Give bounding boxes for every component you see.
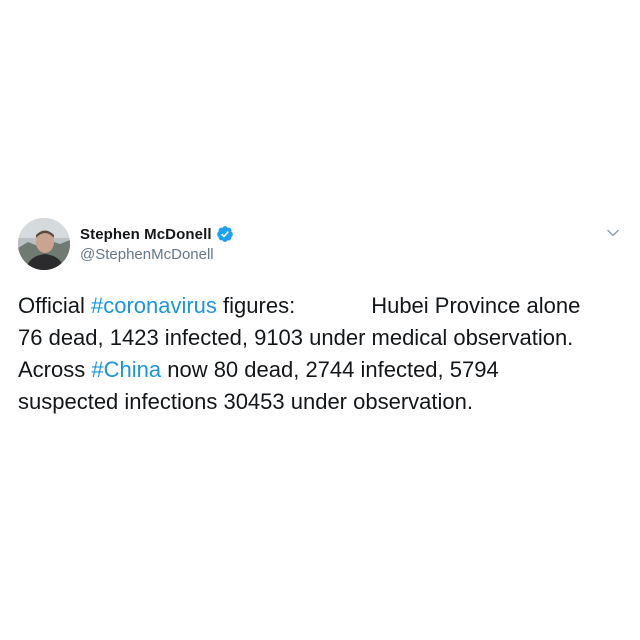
tweet-text-line: Official #coronavirus figures: Hubei Prov…	[18, 290, 630, 322]
tweet-card: Stephen McDonell @StephenMcDonell Offici…	[18, 218, 630, 418]
tweet-text-segment: 76 dead, 1423 infected, 9103 under medic…	[18, 325, 574, 350]
hashtag-coronavirus-link[interactable]: #coronavirus	[91, 293, 217, 318]
profile-photo-icon	[18, 218, 70, 270]
author-names: Stephen McDonell @StephenMcDonell	[80, 224, 234, 263]
chevron-down-icon[interactable]	[606, 226, 620, 240]
hashtag-china-link[interactable]: #China	[91, 357, 161, 382]
tweet-text-segment: Hubei Province alone	[371, 293, 581, 318]
tweet-text-line: 76 dead, 1423 infected, 9103 under medic…	[18, 322, 630, 354]
verified-badge-icon	[216, 226, 233, 242]
avatar[interactable]	[18, 218, 70, 270]
tweet-text-segment: now 80 dead, 2744 infected, 5794	[167, 357, 499, 382]
author-display-name[interactable]: Stephen McDonell	[80, 226, 212, 243]
tweet-header: Stephen McDonell @StephenMcDonell	[18, 218, 630, 278]
tweet-text-line: Across #China now 80 dead, 2744 infected…	[18, 354, 630, 386]
tweet-text-segment: figures:	[223, 293, 296, 318]
tweet-text-line: suspected infections 30453 under observa…	[18, 386, 630, 418]
author-handle[interactable]: @StephenMcDonell	[80, 246, 234, 263]
tweet-text: Official #coronavirus figures: Hubei Prov…	[18, 290, 630, 418]
page: Stephen McDonell @StephenMcDonell Offici…	[0, 0, 640, 640]
tweet-text-segment: Official	[18, 293, 85, 318]
display-name-row: Stephen McDonell	[80, 224, 234, 244]
tweet-text-segment: Across	[18, 357, 86, 382]
tweet-text-segment: suspected infections 30453 under observa…	[18, 389, 473, 414]
